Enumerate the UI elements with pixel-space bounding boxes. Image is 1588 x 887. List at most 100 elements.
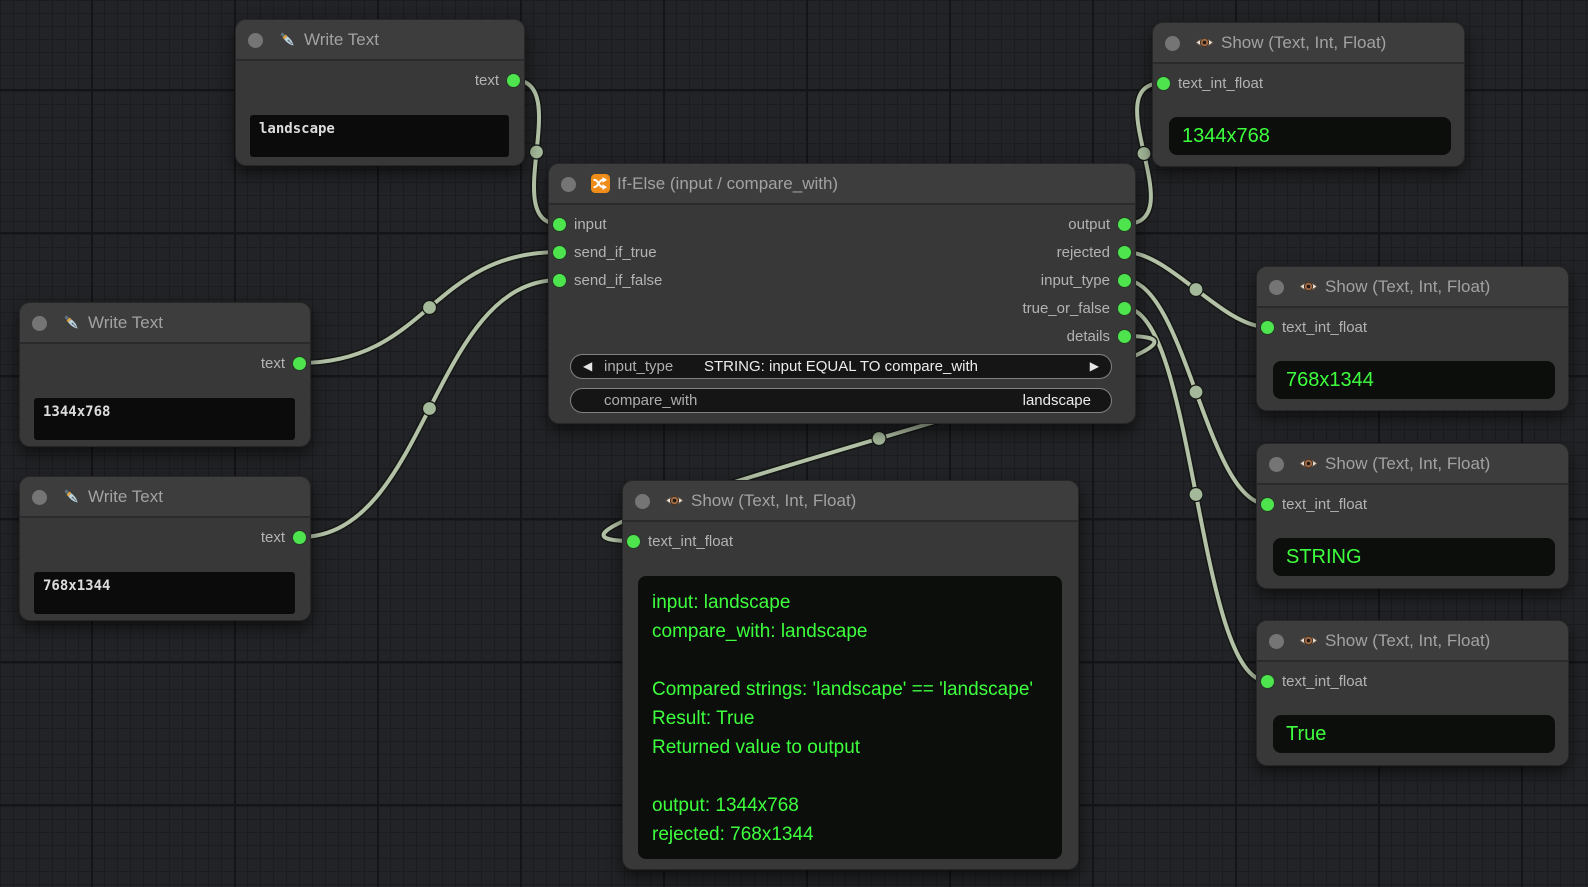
value-display: input: landscapecompare_with: landscape C… [638,576,1062,859]
node-title-bar[interactable]: Write Text [20,477,310,518]
output-slot-details[interactable] [1118,330,1131,343]
node-title: Show (Text, Int, Float) [1325,621,1490,660]
eye-icon [1299,277,1318,296]
node-title: If-Else (input / compare_with) [617,164,838,203]
slot-label: send_if_true [574,243,657,263]
output-line [652,762,1052,791]
node-show-details[interactable]: Show (Text, Int, Float)text_int_floatinp… [622,480,1079,870]
node-show-3[interactable]: Show (Text, Int, Float)text_int_floatSTR… [1256,443,1569,589]
output-line: Returned value to output [652,733,1052,762]
output-slot-text[interactable] [293,531,306,544]
node-canvas[interactable]: Write Text text landscape Write Text text 134… [0,0,1588,887]
value-display: 768x1344 [1273,361,1555,399]
combo-next-icon[interactable]: ▶ [1090,355,1099,378]
slot-label: send_if_false [574,271,662,291]
node-show-2[interactable]: Show (Text, Int, Float) text_int_float 768… [1256,266,1569,411]
link-midpoint-dot [530,145,544,159]
eye-icon [665,491,684,510]
link-midpoint-dot [1137,147,1151,161]
node-title-bar[interactable]: Write Text [236,20,524,61]
input-slot-text_int_float[interactable] [1261,675,1274,688]
collapse-dot[interactable] [32,490,47,505]
output-line: rejected: 768x1344 [652,820,1052,849]
node-title: Write Text [88,303,163,342]
widget-label: compare_with [604,389,697,412]
node-write-text-2[interactable]: Write Text text 1344x768 [19,302,311,447]
link-midpoint-dot [423,301,437,315]
node-show-1[interactable]: Show (Text, Int, Float)text_int_float134… [1152,22,1465,167]
node-title-bar[interactable]: Write Text [20,303,310,344]
collapse-dot[interactable] [32,316,47,331]
pen-icon [278,30,297,49]
node-title-bar[interactable]: Show (Text, Int, Float) [623,481,1078,522]
collapse-dot[interactable] [1269,634,1284,649]
node-title: Write Text [304,20,379,59]
slot-label: input_type [1041,271,1110,291]
value-display: True [1273,715,1555,753]
text-area[interactable]: landscape [250,115,509,157]
slot-label: text_int_float [1282,495,1367,515]
output-slot-output[interactable] [1118,218,1131,231]
output-line: Result: True [652,704,1052,733]
input-slot-send_if_false[interactable] [553,274,566,287]
output-slot-rejected[interactable] [1118,246,1131,259]
output-slot-text[interactable] [507,74,520,87]
slot-label: text [261,528,285,548]
output-line: Compared strings: 'landscape' == 'landsc… [652,675,1052,704]
link-midpoint-dot [1189,385,1203,399]
input-slot-send_if_true[interactable] [553,246,566,259]
node-title-bar[interactable]: If-Else (input / compare_with) [549,164,1135,205]
slot-label: text_int_float [1282,672,1367,692]
collapse-dot[interactable] [635,494,650,509]
output-line: compare_with: landscape [652,617,1052,646]
node-if-else[interactable]: If-Else (input / compare_with)input send_… [548,163,1136,424]
collapse-dot[interactable] [561,177,576,192]
pen-icon [62,313,81,332]
slot-label: true_or_false [1022,299,1110,319]
slot-label: rejected [1057,243,1110,263]
text-widget-compare_with[interactable]: compare_with landscape [570,388,1112,413]
output-slot-input_type[interactable] [1118,274,1131,287]
node-title-bar[interactable]: Show (Text, Int, Float) [1257,444,1568,485]
output-line [652,646,1052,675]
node-write-text-1[interactable]: Write Text text landscape [235,19,525,166]
slot-label: output [1068,215,1110,235]
text-area[interactable]: 1344x768 [34,398,295,440]
input-slot-input[interactable] [553,218,566,231]
input-slot-text_int_float[interactable] [1157,77,1170,90]
node-title: Show (Text, Int, Float) [1325,267,1490,306]
output-slot-text[interactable] [293,357,306,370]
node-title: Show (Text, Int, Float) [691,481,856,520]
slot-label: details [1067,327,1110,347]
node-write-text-3[interactable]: Write Text text 768x1344 [19,476,311,621]
collapse-dot[interactable] [1165,36,1180,51]
input-slot-text_int_float[interactable] [1261,498,1274,511]
widget-value: STRING: input EQUAL TO compare_with [641,355,1041,378]
node-title-bar[interactable]: Show (Text, Int, Float) [1257,621,1568,662]
combo-prev-icon[interactable]: ◀ [583,355,592,378]
slot-label: text [475,71,499,91]
text-area[interactable]: 768x1344 [34,572,295,614]
link-midpoint-dot [872,432,886,446]
widget-value: landscape [1023,389,1091,412]
input-slot-text_int_float[interactable] [627,535,640,548]
node-title-bar[interactable]: Show (Text, Int, Float) [1257,267,1568,308]
collapse-dot[interactable] [1269,280,1284,295]
link-midpoint-dot [1189,283,1203,297]
eye-icon [1299,631,1318,650]
slot-label: text_int_float [1282,318,1367,338]
slot-label: text [261,354,285,374]
collapse-dot[interactable] [1269,457,1284,472]
input-slot-text_int_float[interactable] [1261,321,1274,334]
link-midpoint-dot [423,402,437,416]
slot-label: input [574,215,607,235]
combo-input_type[interactable]: ◀▶input_typeSTRING: input EQUAL TO compa… [570,354,1112,379]
shuffle-icon [591,174,610,193]
output-slot-true_or_false[interactable] [1118,302,1131,315]
node-title-bar[interactable]: Show (Text, Int, Float) [1153,23,1464,64]
node-title: Write Text [88,477,163,516]
node-show-4[interactable]: Show (Text, Int, Float) text_int_float Tru… [1256,620,1569,766]
collapse-dot[interactable] [248,33,263,48]
node-title: Show (Text, Int, Float) [1221,23,1386,62]
output-line: input: landscape [652,588,1052,617]
